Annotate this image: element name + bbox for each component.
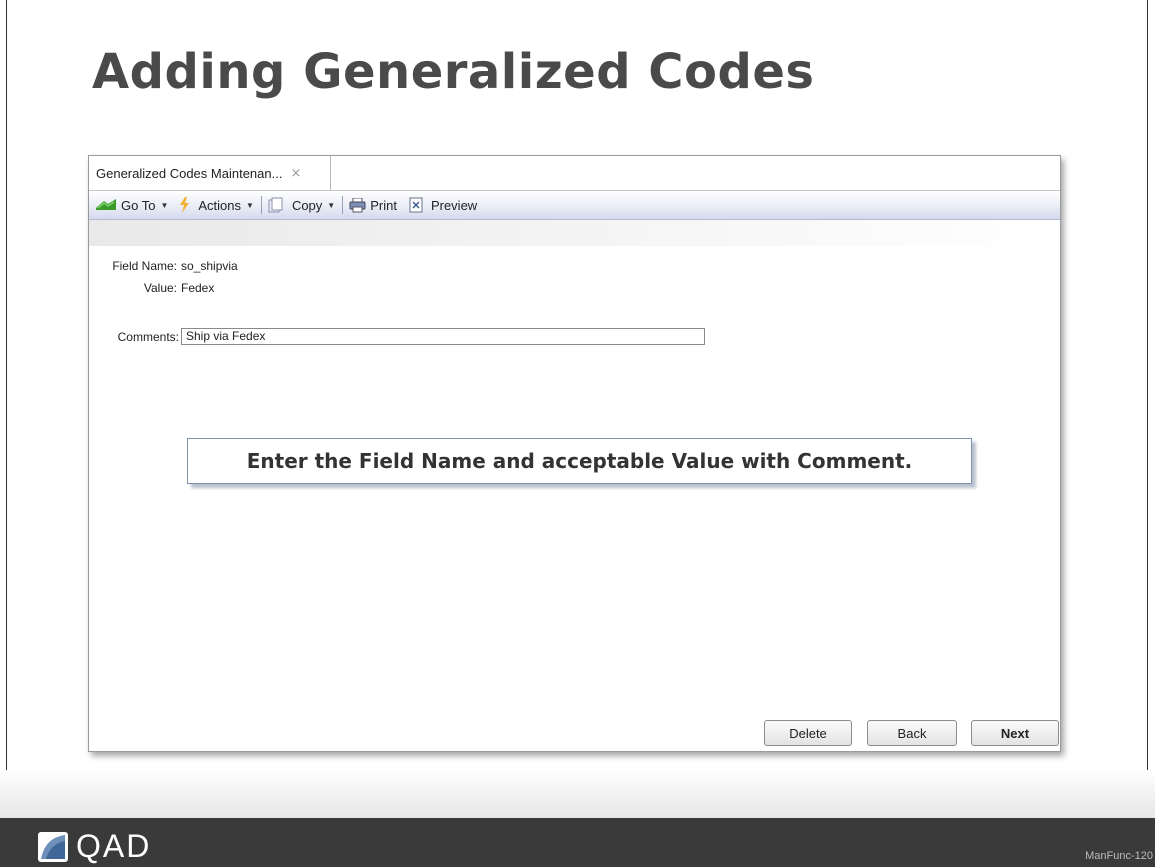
value-value: Fedex [181,281,215,295]
slide-title: Adding Generalized Codes [92,44,815,100]
lightning-icon [180,197,190,213]
close-icon[interactable]: × [290,166,301,181]
next-button[interactable]: Next [971,720,1059,746]
print-button[interactable]: Print [349,197,397,213]
actions-caret-icon[interactable]: ▼ [246,201,254,210]
form-header-bar [89,220,1060,246]
value-row: Value: Fedex [89,281,215,295]
delete-button[interactable]: Delete [764,720,852,746]
green-arrow-icon [96,199,116,210]
preview-button[interactable]: Preview [409,197,477,213]
toolbar-separator [342,196,344,214]
footer-bar [0,818,1155,867]
print-label: Print [370,197,397,213]
slide-number: ManFunc-120 [1085,850,1153,862]
goto-button[interactable]: Go To ▼ [95,198,168,213]
preview-icon [409,197,423,213]
copy-icon [268,197,283,213]
copy-caret-icon[interactable]: ▼ [327,201,335,210]
comments-row: Comments: [89,330,179,344]
printer-icon [349,197,366,212]
comments-label: Comments: [117,330,179,344]
comments-field[interactable]: Ship via Fedex [181,328,705,345]
field-name-row: Field Name: so_shipvia [89,259,238,273]
goto-caret-icon[interactable]: ▼ [160,201,168,210]
slide: Adding Generalized Codes Generalized Cod… [0,0,1155,867]
callout-text: Enter the Field Name and acceptable Valu… [246,449,913,473]
field-name-value: so_shipvia [181,259,238,273]
actions-button[interactable]: Actions ▼ [178,197,254,213]
tab-strip: Generalized Codes Maintenan... × [89,156,1060,191]
toolbar: Go To ▼ Actions ▼ Copy ▼ Print Preview [89,191,1060,220]
footer-fade [0,770,1155,818]
logo-text: QAD [76,828,152,864]
field-name-label: Field Name: [112,259,177,273]
toolbar-separator [260,196,262,214]
actions-label: Actions [198,197,242,213]
qad-logo: QAD [38,828,151,865]
tab-label: Generalized Codes Maintenan... [96,165,283,181]
qad-logo-icon [38,831,68,862]
tab-generalized-codes[interactable]: Generalized Codes Maintenan... × [89,156,331,190]
goto-label: Go To [121,197,156,213]
instruction-callout: Enter the Field Name and acceptable Valu… [187,438,972,484]
back-button[interactable]: Back [867,720,957,746]
copy-button[interactable]: Copy ▼ [268,197,335,213]
value-label: Value: [143,281,177,295]
preview-label: Preview [430,197,478,213]
copy-label: Copy [291,197,323,213]
